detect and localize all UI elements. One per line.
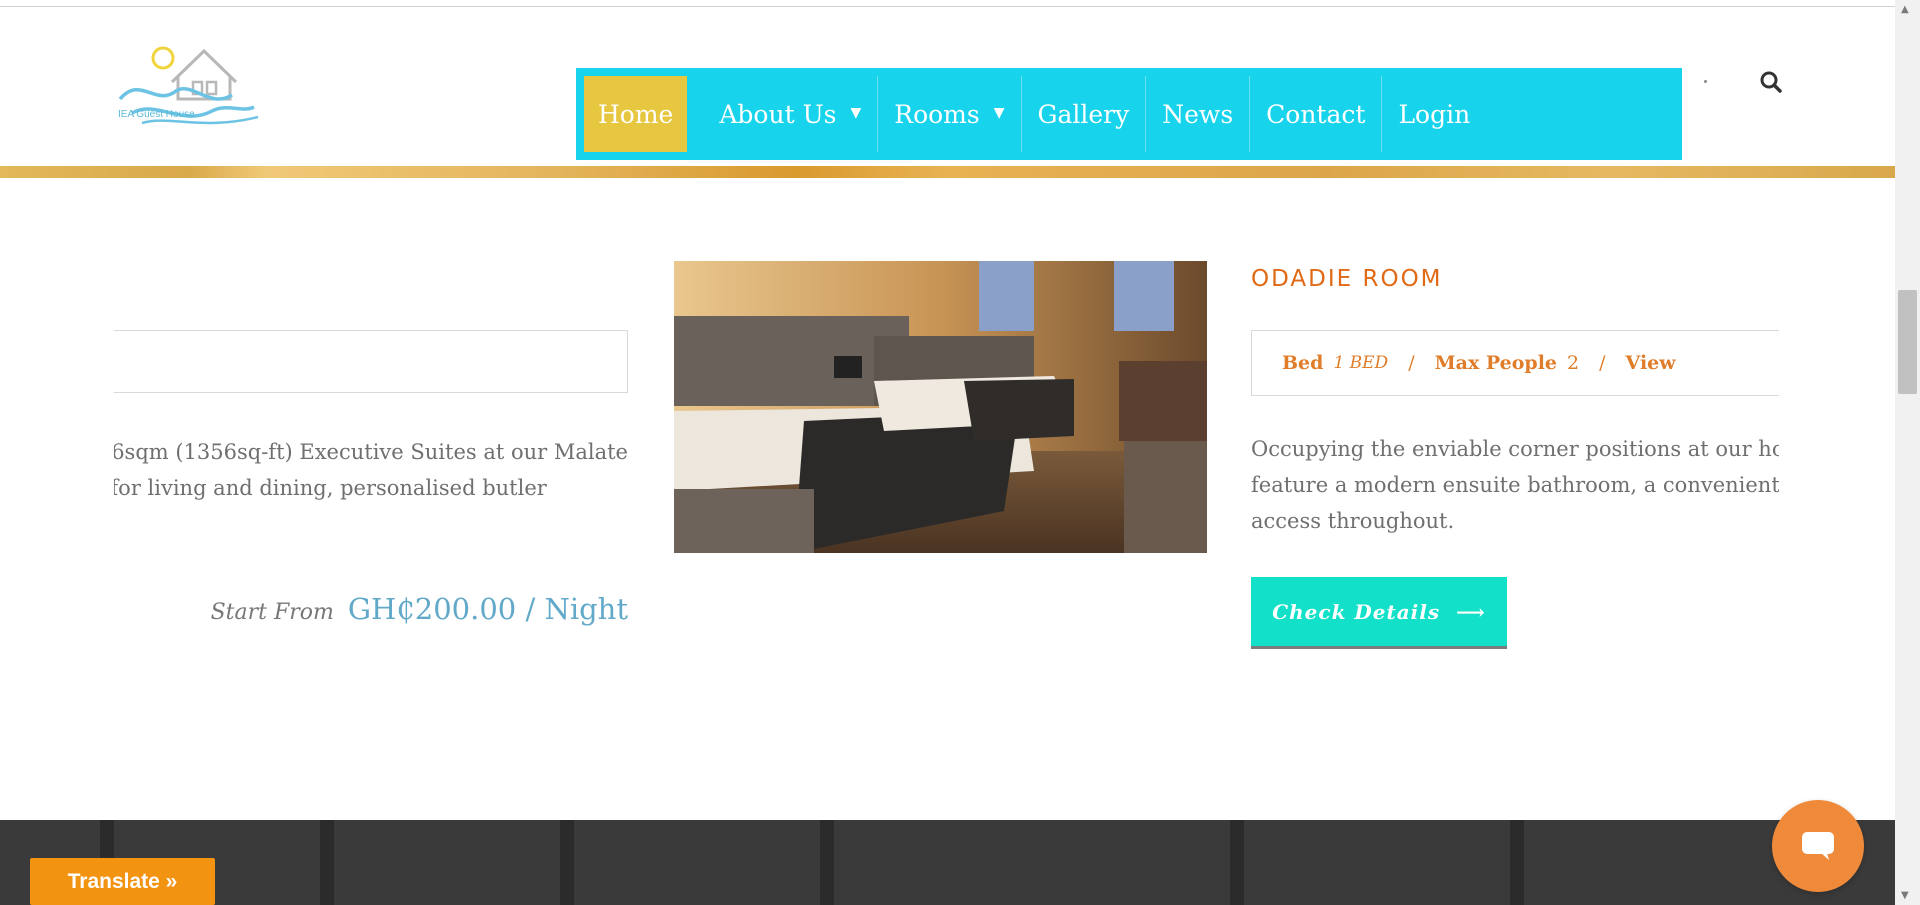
nav-item-login[interactable]: Login xyxy=(1382,76,1486,152)
nav-item-label: News xyxy=(1162,99,1234,129)
room-meta-box xyxy=(114,330,628,393)
header-gold-band xyxy=(0,166,1895,178)
check-details-label: Check Details xyxy=(1272,599,1441,624)
nav-item-news[interactable]: News xyxy=(1146,76,1251,152)
background-decoration xyxy=(820,820,834,905)
nav-item-home[interactable]: Home xyxy=(584,76,688,152)
background-decoration xyxy=(1230,820,1244,905)
room-description-line: access throughout. xyxy=(1251,509,1455,533)
room-description-line: eas for living and dining, personalised … xyxy=(114,476,547,500)
bed-label: Bed xyxy=(1282,352,1324,374)
site-header: IEA Guest House Home About Us ▼ Rooms ▼ … xyxy=(0,7,1895,165)
chat-icon xyxy=(1802,832,1834,860)
room-image[interactable] xyxy=(674,261,1207,553)
dark-section-band xyxy=(0,820,1895,905)
room-photo xyxy=(674,261,1207,553)
nav-item-gallery[interactable]: Gallery xyxy=(1022,76,1147,152)
nav-item-label: Login xyxy=(1398,99,1471,129)
nav-item-rooms[interactable]: Rooms ▼ xyxy=(878,76,1022,152)
background-decoration xyxy=(560,820,574,905)
bed-value: 1 BED xyxy=(1333,353,1389,373)
room-description: Occupying the enviable corner positions … xyxy=(1251,431,1779,539)
max-people-label: Max People xyxy=(1434,352,1558,374)
nav-item-about-us[interactable]: About Us ▼ xyxy=(703,76,879,152)
meta-separator: / xyxy=(1408,352,1415,374)
price-label: Start From xyxy=(210,600,334,625)
nav-item-contact[interactable]: Contact xyxy=(1250,76,1383,152)
room-description-line: feature a modern ensuite bathroom, a con… xyxy=(1251,473,1779,497)
nav-item-label: Gallery xyxy=(1037,99,1130,129)
nav-item-label: Rooms xyxy=(894,99,980,129)
caret-down-icon: ▼ xyxy=(850,105,862,121)
background-decoration xyxy=(320,820,334,905)
site-logo[interactable]: IEA Guest House xyxy=(112,37,262,132)
max-people-value: 2 xyxy=(1567,352,1580,374)
arrow-right-icon: ⟶ xyxy=(1456,599,1486,624)
translate-button[interactable]: Translate » xyxy=(30,858,215,905)
room-price: Start From GH₵200.00 / Night xyxy=(211,592,628,626)
scrollbar-thumb[interactable] xyxy=(1898,290,1917,394)
caret-down-icon: ▼ xyxy=(993,105,1005,121)
main-nav: Home About Us ▼ Rooms ▼ Gallery News Con… xyxy=(576,68,1682,160)
scroll-down-icon[interactable]: ▼ xyxy=(1901,890,1909,901)
meta-separator: / xyxy=(1599,352,1606,374)
room-description-line: Occupying the enviable corner positions … xyxy=(1251,437,1779,461)
scrollbar[interactable] xyxy=(1895,0,1920,905)
chat-button[interactable] xyxy=(1772,800,1864,892)
logo-text: IEA Guest House xyxy=(118,109,195,120)
search-icon[interactable] xyxy=(1759,70,1783,94)
view-label: View xyxy=(1625,352,1676,374)
scroll-up-icon[interactable]: ▲ xyxy=(1901,4,1909,15)
room-title[interactable]: ODADIE ROOM xyxy=(1251,266,1443,292)
nav-item-label: Contact xyxy=(1266,99,1366,129)
check-details-button[interactable]: Check Details ⟶ xyxy=(1251,577,1507,649)
price-value: GH₵200.00 / Night xyxy=(347,592,628,626)
room-card-right: ODADIE ROOM Bed 1 BED / Max People 2 / V… xyxy=(1251,250,1779,670)
separator-dot xyxy=(1704,80,1707,83)
room-meta-box: Bed 1 BED / Max People 2 / View xyxy=(1251,330,1779,396)
room-card-left: 26sqm (1356sq-ft) Executive Suites at ou… xyxy=(114,330,630,730)
background-decoration xyxy=(1510,820,1524,905)
nav-item-label: About Us xyxy=(719,99,837,129)
nav-item-label: Home xyxy=(598,99,674,129)
room-description-line: 26sqm (1356sq-ft) Executive Suites at ou… xyxy=(114,440,628,464)
